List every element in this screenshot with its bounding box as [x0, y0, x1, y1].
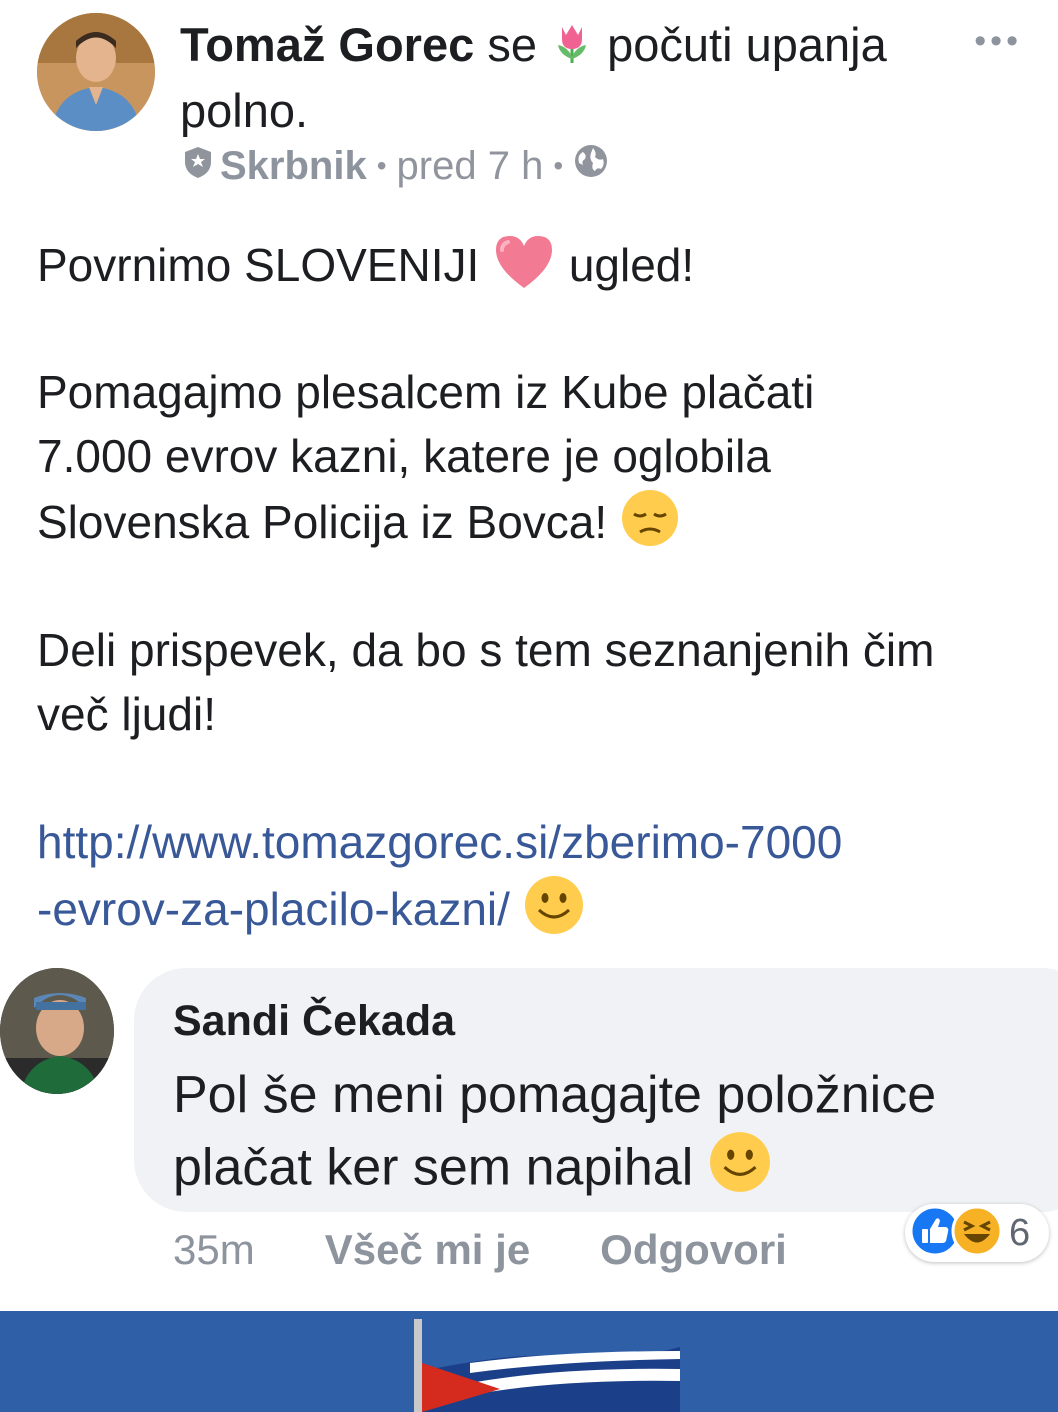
comment-text-line: plačat ker sem napihal	[173, 1138, 694, 1197]
role-label: Skrbnik	[220, 143, 367, 188]
globe-icon[interactable]	[573, 143, 609, 189]
reaction-count: 6	[1009, 1211, 1031, 1254]
smiling-face-emoji-icon	[523, 874, 585, 952]
comment-reactions[interactable]: 6	[905, 1204, 1049, 1262]
commenter-name[interactable]: Sandi Čekada	[173, 995, 455, 1047]
reply-comment-button[interactable]: Odgovori	[600, 1226, 787, 1274]
heart-emoji-icon	[492, 232, 556, 306]
author-avatar[interactable]	[37, 13, 155, 131]
post-paragraph-1: Povrnimo SLOVENIJI ugled!	[37, 232, 1037, 306]
post-header-line: Tomaž Gorec se počuti upanja polno.	[180, 14, 900, 142]
post-text-segment: Povrnimo SLOVENIJI	[37, 239, 480, 292]
haha-reaction-icon	[951, 1205, 1003, 1262]
post-meta: Skrbnik • pred 7 h •	[182, 143, 609, 189]
post-paragraph-2: Pomagajmo plesalcem iz Kube plačati 7.00…	[37, 360, 1037, 564]
comment-time[interactable]: 35m	[173, 1226, 255, 1274]
feeling-prefix: se	[487, 18, 537, 71]
post-link[interactable]: -evrov-za-placilo-kazni/	[37, 883, 510, 935]
post-link-paragraph: http://www.tomazgorec.si/zberimo-7000 -e…	[37, 810, 1037, 952]
post-paragraph-3: Deli prispevek, da bo s tem seznanjenih …	[37, 618, 1037, 746]
post-text-line: 7.000 evrov kazni, katere je oglobila	[37, 430, 771, 482]
post-text-line: Deli prispevek, da bo s tem seznanjenih …	[37, 624, 935, 676]
commenter-avatar[interactable]	[0, 968, 114, 1094]
shared-image-preview[interactable]	[0, 1311, 1058, 1412]
post-text-line: Pomagajmo plesalcem iz Kube plačati	[37, 366, 815, 418]
pensive-face-emoji-icon	[620, 488, 680, 564]
post-text-line: Slovenska Policija iz Bovca!	[37, 496, 608, 549]
post-link[interactable]: http://www.tomazgorec.si/zberimo-7000	[37, 810, 1037, 874]
admin-shield-icon	[182, 144, 214, 189]
comment-actions: 35m Všeč mi je Odgovori	[173, 1222, 787, 1278]
comment-text: Pol še meni pomagajte položnice plačat k…	[173, 1060, 1033, 1212]
comment-text-line: Pol še meni pomagajte položnice	[173, 1066, 937, 1124]
more-options-button[interactable]: •••	[974, 22, 1022, 61]
post-text-line: več ljudi!	[37, 688, 216, 740]
like-comment-button[interactable]: Všeč mi je	[325, 1226, 530, 1274]
smiling-face-emoji-icon	[708, 1130, 772, 1212]
tulip-emoji-icon	[550, 18, 594, 80]
post-time[interactable]: pred 7 h	[397, 144, 544, 189]
post-text-segment: ugled!	[568, 239, 695, 292]
meta-separator: •	[376, 150, 387, 181]
meta-separator: •	[553, 150, 564, 181]
author-name[interactable]: Tomaž Gorec	[180, 18, 474, 71]
